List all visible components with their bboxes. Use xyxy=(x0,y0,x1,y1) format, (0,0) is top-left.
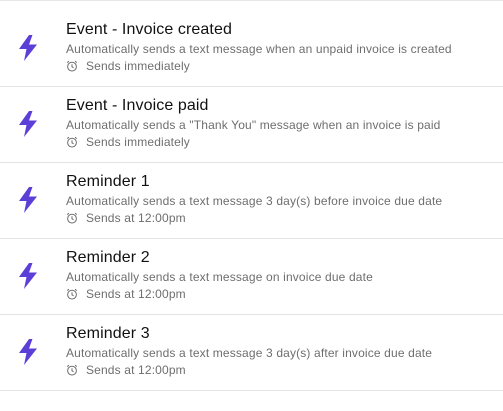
automation-content: Reminder 1 Automatically sends a text me… xyxy=(66,163,442,226)
automation-item-invoice-paid[interactable]: Event - Invoice paid Automatically sends… xyxy=(0,87,503,163)
automation-content: Event - Invoice paid Automatically sends… xyxy=(66,87,440,150)
automation-description: Automatically sends a text message when … xyxy=(66,42,452,56)
alarm-clock-icon xyxy=(66,212,78,224)
lightning-bolt-icon xyxy=(18,187,38,213)
automation-timing: Sends at 12:00pm xyxy=(66,362,432,378)
automation-item-reminder-1[interactable]: Reminder 1 Automatically sends a text me… xyxy=(0,163,503,239)
automation-timing-label: Sends immediately xyxy=(86,59,190,73)
automation-timing: Sends at 12:00pm xyxy=(66,286,373,302)
automation-description: Automatically sends a text message 3 day… xyxy=(66,346,433,360)
automation-content: Event - Invoice created Automatically se… xyxy=(66,11,452,74)
lightning-bolt-icon xyxy=(18,263,38,289)
automation-title: Event - Invoice created xyxy=(66,21,232,38)
automation-item-invoice-created[interactable]: Event - Invoice created Automatically se… xyxy=(0,11,503,87)
automation-description: Automatically sends a text message 3 day… xyxy=(66,194,443,208)
alarm-clock-icon xyxy=(66,364,78,376)
automation-content: Reminder 3 Automatically sends a text me… xyxy=(66,315,432,378)
automation-item-reminder-2[interactable]: Reminder 2 Automatically sends a text me… xyxy=(0,239,503,315)
lightning-bolt-icon xyxy=(18,111,38,137)
automation-item-reminder-3[interactable]: Reminder 3 Automatically sends a text me… xyxy=(0,315,503,391)
automation-description: Automatically sends a text message on in… xyxy=(66,270,373,284)
automation-title: Reminder 1 xyxy=(66,173,150,190)
automation-title: Reminder 2 xyxy=(66,249,150,266)
automation-timing: Sends immediately xyxy=(66,134,440,150)
automation-timing: Sends immediately xyxy=(66,58,452,74)
automation-timing-label: Sends at 12:00pm xyxy=(86,211,186,225)
automation-timing-label: Sends immediately xyxy=(86,135,190,149)
automation-description: Automatically sends a "Thank You" messag… xyxy=(66,118,441,132)
alarm-clock-icon xyxy=(66,60,78,72)
automation-title: Reminder 3 xyxy=(66,325,150,342)
automation-timing: Sends at 12:00pm xyxy=(66,210,442,226)
alarm-clock-icon xyxy=(66,136,78,148)
automation-content: Reminder 2 Automatically sends a text me… xyxy=(66,239,373,302)
lightning-bolt-icon xyxy=(18,35,38,61)
automation-timing-label: Sends at 12:00pm xyxy=(86,363,186,377)
automation-list: Event - Invoice created Automatically se… xyxy=(0,0,503,391)
lightning-bolt-icon xyxy=(18,339,38,365)
alarm-clock-icon xyxy=(66,288,78,300)
automation-title: Event - Invoice paid xyxy=(66,97,209,114)
automation-timing-label: Sends at 12:00pm xyxy=(86,287,186,301)
